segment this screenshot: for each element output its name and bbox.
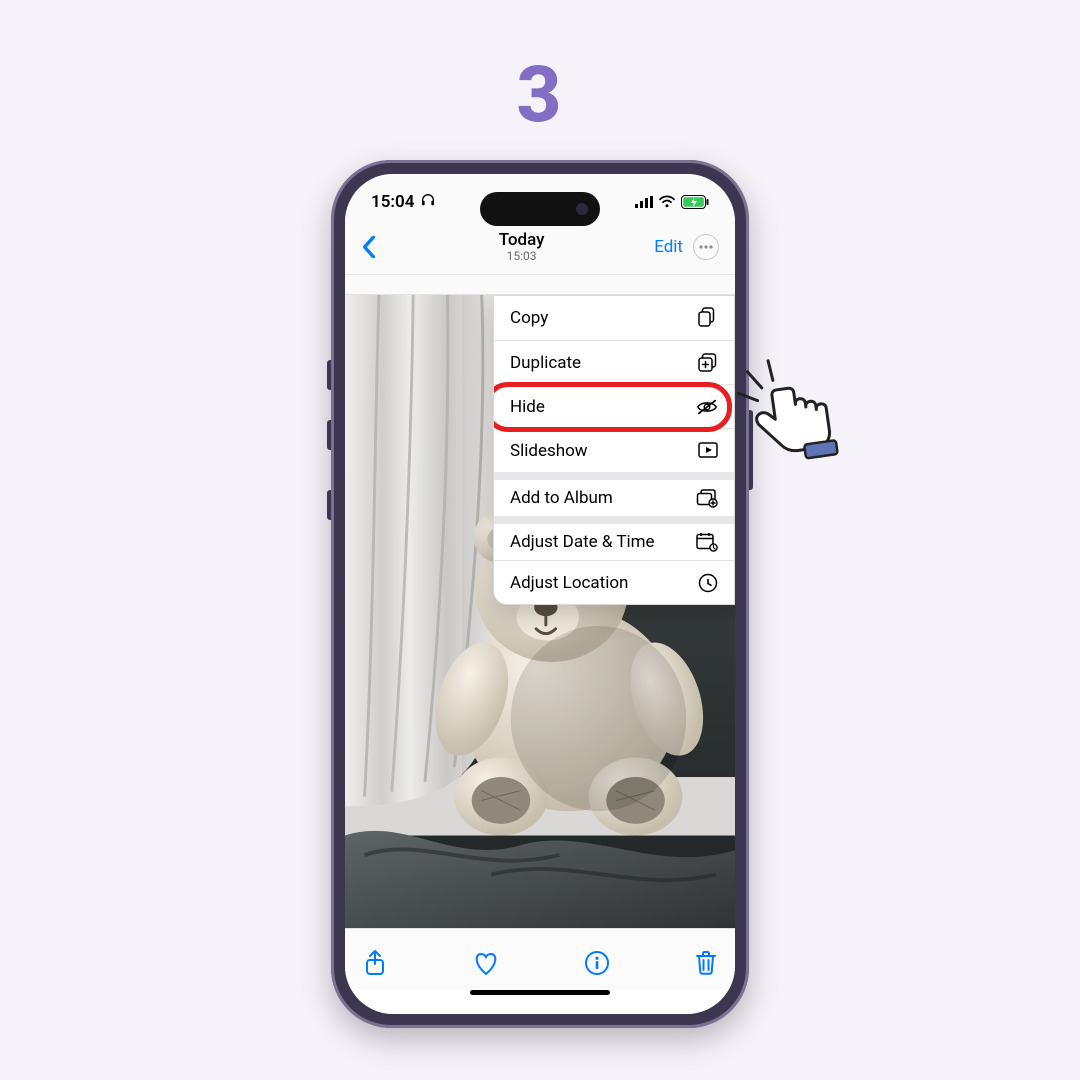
- menu-item-label: Add to Album: [510, 488, 613, 508]
- edit-button[interactable]: Edit: [654, 237, 683, 257]
- action-menu: Copy Duplicate: [493, 295, 735, 605]
- menu-item-label: Duplicate: [510, 353, 581, 373]
- tap-hand-cursor: [724, 346, 860, 485]
- duplicate-icon: [698, 353, 718, 373]
- menu-item-label: Slideshow: [510, 441, 588, 461]
- step-number: 3: [0, 50, 1080, 141]
- menu-item-slideshow[interactable]: Slideshow: [494, 428, 734, 472]
- menu-item-duplicate[interactable]: Duplicate: [494, 340, 734, 384]
- menu-item-adjust-location[interactable]: Adjust Location: [494, 560, 734, 604]
- battery-icon: [681, 195, 709, 209]
- nav-bar: Today 15:03 Edit: [345, 226, 735, 275]
- add-album-icon: [696, 488, 718, 508]
- share-button[interactable]: [363, 949, 387, 977]
- delete-button[interactable]: [695, 950, 717, 976]
- menu-item-label: Adjust Location: [510, 573, 628, 593]
- wifi-icon: [658, 195, 676, 209]
- more-button[interactable]: [693, 234, 719, 260]
- headphones-icon: [420, 192, 436, 213]
- cellular-icon: [635, 196, 653, 208]
- phone-frame: 15:04: [331, 160, 749, 1028]
- copy-icon: [698, 307, 718, 329]
- photo-viewport[interactable]: Copy Duplicate: [345, 295, 735, 928]
- favorite-button[interactable]: [472, 950, 500, 976]
- adjust-date-icon: [696, 532, 718, 552]
- menu-item-copy[interactable]: Copy: [494, 296, 734, 340]
- menu-item-hide[interactable]: Hide: [494, 384, 734, 428]
- menu-item-adjust-date[interactable]: Adjust Date & Time: [494, 516, 734, 560]
- hide-icon: [696, 398, 718, 416]
- nav-title: Today: [499, 232, 545, 250]
- phone-screen: 15:04: [345, 174, 735, 1014]
- back-button[interactable]: [361, 236, 389, 258]
- info-button[interactable]: [584, 950, 610, 976]
- menu-item-label: Hide: [510, 397, 545, 417]
- status-time: 15:04: [371, 192, 414, 212]
- home-indicator[interactable]: [345, 990, 735, 1014]
- adjust-location-icon: [698, 573, 718, 593]
- thumbnail-strip[interactable]: [345, 275, 735, 295]
- menu-item-label: Copy: [510, 308, 548, 328]
- slideshow-icon: [698, 442, 718, 460]
- nav-subtitle: 15:03: [507, 250, 537, 263]
- menu-item-add-to-album[interactable]: Add to Album: [494, 472, 734, 516]
- menu-item-label: Adjust Date & Time: [510, 532, 655, 552]
- dynamic-island: [480, 192, 600, 226]
- bottom-toolbar: [345, 928, 735, 990]
